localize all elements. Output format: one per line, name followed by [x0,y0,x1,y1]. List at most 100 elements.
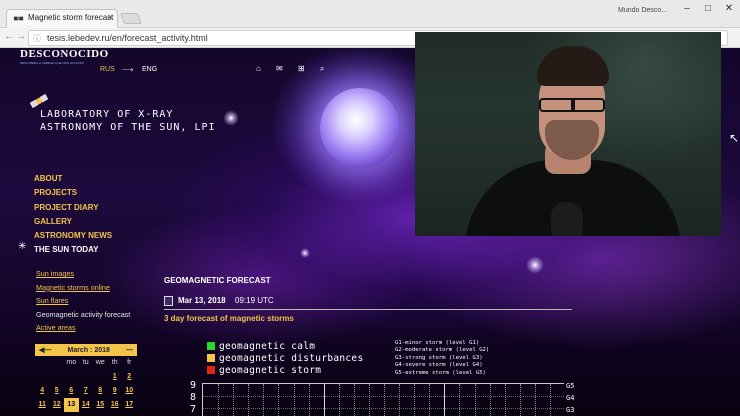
sublink-geomagnetic-forecast: Geomagnetic activity forecast [36,309,131,319]
legend-label: geomagnetic disturbances [219,352,364,364]
language-en-link[interactable]: ENG [142,66,157,73]
grid-line [429,384,431,416]
calendar-day[interactable]: 5 [50,384,65,398]
minimize-button[interactable]: – [680,3,694,14]
grid-line [293,384,295,416]
grid-line [534,384,536,416]
lab-title-line1: LABORATORY OF X-RAY [40,109,174,120]
sublink-magnetic-storms-online[interactable]: Magnetic storms online [36,281,130,295]
legend-row: geomagnetic calm [207,340,363,352]
sun-image [320,88,400,168]
y-tick-label: 7 [190,404,197,415]
grid-line [278,384,280,416]
calendar-day[interactable]: 15 [93,398,108,412]
forecast-date: Mar 13, 2018 [178,296,226,305]
grid-line [323,384,325,416]
calendar-day[interactable]: 2 [122,370,137,384]
back-button[interactable]: ← [4,31,14,42]
mail-icon[interactable]: ✉ [276,64,283,73]
grid-line [399,384,401,416]
calendar-empty-cell [50,370,65,384]
flare-glow [300,248,310,258]
menu-item-gallery[interactable]: GALLERY [34,215,112,229]
sitemap-icon[interactable]: ⊞ [298,64,305,73]
maximize-button[interactable]: □ [701,3,715,14]
close-tab-icon[interactable]: × [108,12,113,22]
calendar-day[interactable]: 9 [108,384,123,398]
calendar-weekday: fr [127,359,132,366]
menu-item-about[interactable]: ABOUT [34,172,112,186]
sublink-sun-images[interactable]: Sun images [36,267,130,281]
calendar-empty-cell [79,370,94,384]
browser-tab[interactable]: Magnetic storm forecast × [6,9,118,28]
close-window-button[interactable]: ✕ [722,3,736,14]
browser-titlebar: Magnetic storm forecast × Mundo Desco...… [0,0,740,28]
grid-line [233,384,235,416]
calendar-weekday [35,356,50,370]
forecast-date-row: Mar 13, 2018 09:19 UTC [164,296,572,310]
url-text: tesis.lebedev.ru/en/forecast_activity.ht… [47,33,208,43]
grid-line [308,384,310,416]
calendar-weekday [50,356,65,370]
grid-line [263,384,265,416]
forecast-heading: GEOMAGNETIC FORECAST [164,276,271,285]
tab-title: Magnetic storm forecast [28,13,114,22]
forecast-legend: geomagnetic calm geomagnetic disturbance… [207,340,363,376]
calendar-month-label: March : 2018 [67,346,110,354]
grid-line [504,384,506,416]
grid-line [549,384,551,416]
calendar-day[interactable]: 4 [35,384,50,398]
calendar-day-today[interactable]: 13 [64,398,79,412]
profile-name[interactable]: Mundo Desco... [618,7,667,14]
calendar-day[interactable]: 10 [122,384,137,398]
flare-glow [526,256,544,274]
calendar-header: ◀— March : 2018 — [35,344,137,356]
forward-button[interactable]: → [16,31,26,42]
grid-line [474,384,476,416]
menu-item-project-diary[interactable]: PROJECT DIARY [34,201,112,215]
y-tick-label: 9 [190,380,197,391]
calendar-day[interactable]: 6 [64,384,79,398]
site-logo[interactable]: DESCONOCIDO [20,48,108,62]
webcam-overlay [415,32,721,236]
sublink-sun-flares[interactable]: Sun flares [36,294,130,308]
main-menu: ABOUT PROJECTS PROJECT DIARY GALLERY AST… [34,172,112,258]
calendar-empty-cell [64,370,79,384]
calendar-next-button[interactable]: — [126,347,133,354]
calendar-day[interactable]: 8 [93,384,108,398]
calendar-icon [164,296,173,306]
microphone [551,202,583,236]
storm-level: G5-extreme storm (level G5) [395,369,486,376]
language-arrow-icon: ⟶ [122,65,134,74]
page-info-icon[interactable]: ⓘ [33,33,41,44]
new-tab-button[interactable] [119,13,143,24]
satellite-icon [13,16,24,21]
search-icon[interactable]: ⌕ [320,64,324,74]
legend-swatch [207,354,215,362]
home-icon[interactable]: ⌂ [256,64,261,73]
legend-swatch [207,366,215,374]
storm-level: G4-severe storm (level G4) [395,362,483,369]
calendar-day[interactable]: 12 [50,398,65,412]
legend-label: geomagnetic calm [219,340,316,352]
calendar-day[interactable]: 7 [79,384,94,398]
lab-title[interactable]: LABORATORY OF X-RAY ASTRONOMY OF THE SUN… [40,108,216,134]
language-ru-link[interactable]: RUS [100,66,115,73]
grid-line [384,384,385,416]
menu-item-astronomy-news[interactable]: ASTRONOMY NEWS [34,229,112,243]
calendar-day[interactable]: 11 [35,398,50,412]
calendar-day[interactable]: 16 [108,398,123,412]
calendar-day[interactable]: 17 [122,398,137,412]
logo-tagline: DESCUBRE LA VERDAD QUE NOS OCULTAN [20,61,84,65]
calendar-day[interactable]: 1 [108,370,123,384]
legend-swatch [207,342,215,350]
calendar-weekday: mo [66,359,77,366]
calendar-day[interactable]: 14 [79,398,94,412]
sublink-active-areas[interactable]: Active areas [36,321,130,335]
calendar-prev-button[interactable]: ◀— [39,346,51,354]
menu-item-projects[interactable]: PROJECTS [34,186,112,200]
lab-title-line2: ASTRONOMY OF THE SUN, LPI [40,122,216,133]
storm-level: G2-moderate storm (level G2) [395,347,490,354]
menu-item-sun-today[interactable]: THE SUN TODAY [34,243,112,257]
storm-level-list: G1-minor storm (level G1) G2-moderate st… [395,340,489,377]
